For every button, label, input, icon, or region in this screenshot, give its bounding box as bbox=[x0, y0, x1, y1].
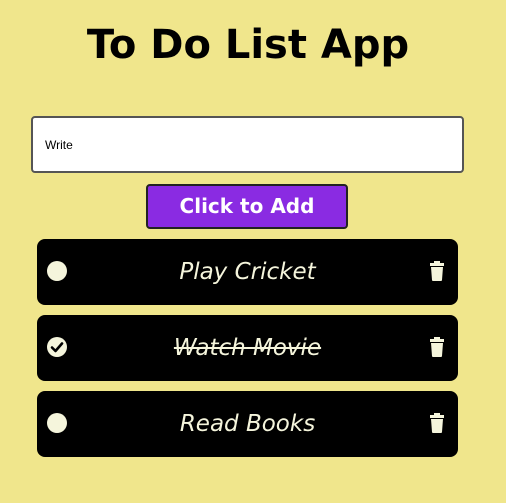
page-title: To Do List App bbox=[86, 22, 410, 68]
task-label: Play Cricket bbox=[179, 259, 316, 285]
task-item: Read Books bbox=[37, 391, 458, 457]
circle-icon[interactable] bbox=[47, 261, 67, 281]
circle-check-icon[interactable] bbox=[47, 337, 67, 357]
trash-icon[interactable] bbox=[430, 261, 444, 281]
task-item: Play Cricket bbox=[37, 239, 458, 305]
trash-icon[interactable] bbox=[430, 337, 444, 357]
circle-icon[interactable] bbox=[47, 413, 67, 433]
task-label: Read Books bbox=[179, 411, 316, 437]
task-input[interactable] bbox=[31, 116, 464, 173]
add-task-button[interactable]: Click to Add bbox=[146, 184, 348, 229]
trash-icon[interactable] bbox=[430, 413, 444, 433]
task-item: Watch Movie bbox=[37, 315, 458, 381]
task-label: Watch Movie bbox=[173, 335, 322, 361]
